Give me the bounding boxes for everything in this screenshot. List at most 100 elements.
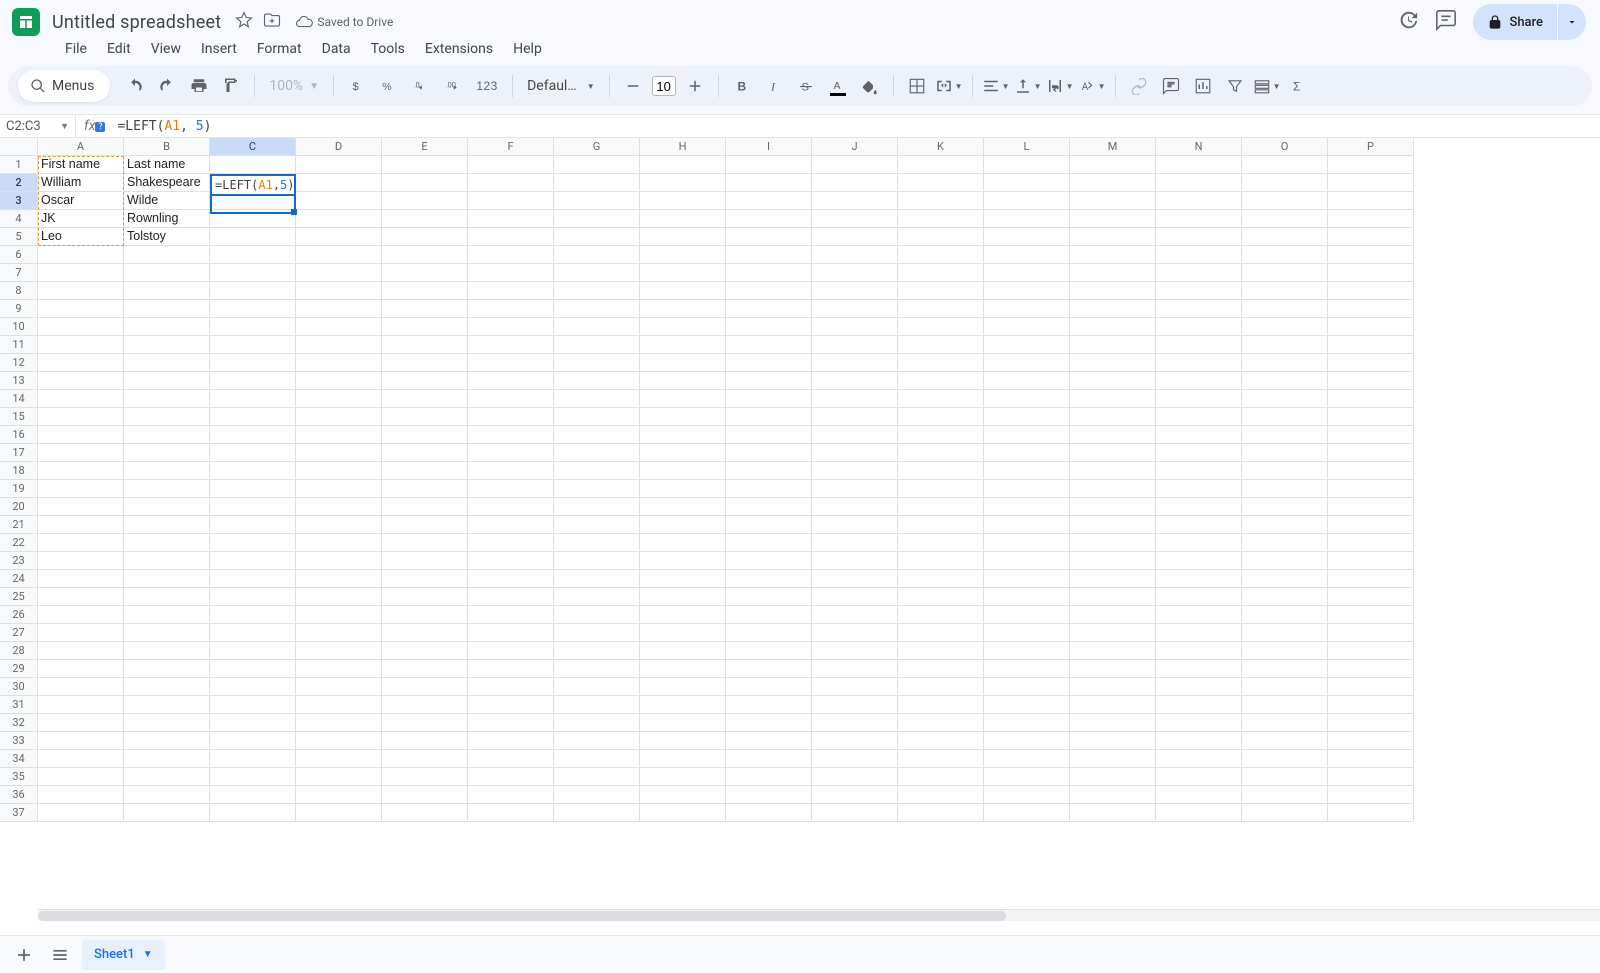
cell-I31[interactable] [726,696,812,714]
cell-D8[interactable] [296,282,382,300]
cell-O33[interactable] [1242,732,1328,750]
row-header-16[interactable]: 16 [0,426,38,444]
cell-D34[interactable] [296,750,382,768]
cell-D27[interactable] [296,624,382,642]
borders-icon[interactable] [902,71,932,101]
cell-B19[interactable] [124,480,210,498]
cell-F4[interactable] [468,210,554,228]
cell-B24[interactable] [124,570,210,588]
cell-O11[interactable] [1242,336,1328,354]
fx-icon[interactable]: fx? [76,118,103,134]
cell-L11[interactable] [984,336,1070,354]
cell-D26[interactable] [296,606,382,624]
cell-D19[interactable] [296,480,382,498]
row-header-2[interactable]: 2 [0,174,38,192]
menu-format[interactable]: Format [248,37,311,61]
cell-E37[interactable] [382,804,468,822]
cell-D9[interactable] [296,300,382,318]
cell-E11[interactable] [382,336,468,354]
cell-F12[interactable] [468,354,554,372]
cell-F37[interactable] [468,804,554,822]
cell-O8[interactable] [1242,282,1328,300]
cell-L29[interactable] [984,660,1070,678]
cell-P28[interactable] [1328,642,1414,660]
cell-H13[interactable] [640,372,726,390]
move-icon[interactable] [263,11,281,33]
number-format-icon[interactable]: 123 [470,71,504,101]
menu-data[interactable]: Data [313,37,360,61]
cell-H10[interactable] [640,318,726,336]
cell-O19[interactable] [1242,480,1328,498]
cell-M18[interactable] [1070,462,1156,480]
cell-H34[interactable] [640,750,726,768]
cell-D12[interactable] [296,354,382,372]
cell-A4[interactable]: JK [38,210,124,228]
cell-E31[interactable] [382,696,468,714]
cell-N25[interactable] [1156,588,1242,606]
cell-D3[interactable] [296,192,382,210]
cell-A23[interactable] [38,552,124,570]
cell-O7[interactable] [1242,264,1328,282]
cell-L1[interactable] [984,156,1070,174]
cell-F33[interactable] [468,732,554,750]
cell-K22[interactable] [898,534,984,552]
cell-H27[interactable] [640,624,726,642]
cell-M6[interactable] [1070,246,1156,264]
cell-P8[interactable] [1328,282,1414,300]
cell-K25[interactable] [898,588,984,606]
history-icon[interactable] [1397,9,1419,35]
row-header-21[interactable]: 21 [0,516,38,534]
cell-E33[interactable] [382,732,468,750]
cell-E26[interactable] [382,606,468,624]
cell-I9[interactable] [726,300,812,318]
col-header-C[interactable]: C [210,138,296,156]
cell-B37[interactable] [124,804,210,822]
cell-C11[interactable] [210,336,296,354]
cell-F35[interactable] [468,768,554,786]
cell-I22[interactable] [726,534,812,552]
cell-F21[interactable] [468,516,554,534]
cell-M37[interactable] [1070,804,1156,822]
cell-B1[interactable]: Last name [124,156,210,174]
cell-B27[interactable] [124,624,210,642]
cell-P20[interactable] [1328,498,1414,516]
cell-I33[interactable] [726,732,812,750]
cell-N26[interactable] [1156,606,1242,624]
cell-C5[interactable] [210,228,296,246]
cell-N19[interactable] [1156,480,1242,498]
cell-M27[interactable] [1070,624,1156,642]
col-header-E[interactable]: E [382,138,468,156]
cell-J30[interactable] [812,678,898,696]
cell-F30[interactable] [468,678,554,696]
cell-G14[interactable] [554,390,640,408]
cell-D32[interactable] [296,714,382,732]
cell-A13[interactable] [38,372,124,390]
cell-J33[interactable] [812,732,898,750]
cell-D24[interactable] [296,570,382,588]
cell-D28[interactable] [296,642,382,660]
cell-A11[interactable] [38,336,124,354]
cell-L7[interactable] [984,264,1070,282]
cell-H36[interactable] [640,786,726,804]
cell-M14[interactable] [1070,390,1156,408]
cell-E27[interactable] [382,624,468,642]
cell-O23[interactable] [1242,552,1328,570]
cell-C17[interactable] [210,444,296,462]
cell-N36[interactable] [1156,786,1242,804]
cell-E18[interactable] [382,462,468,480]
cell-K27[interactable] [898,624,984,642]
cell-N3[interactable] [1156,192,1242,210]
cell-M33[interactable] [1070,732,1156,750]
cell-J28[interactable] [812,642,898,660]
cell-M5[interactable] [1070,228,1156,246]
cell-O20[interactable] [1242,498,1328,516]
cell-O30[interactable] [1242,678,1328,696]
cell-N33[interactable] [1156,732,1242,750]
cell-B29[interactable] [124,660,210,678]
cell-C24[interactable] [210,570,296,588]
cell-A18[interactable] [38,462,124,480]
cell-G27[interactable] [554,624,640,642]
cell-O3[interactable] [1242,192,1328,210]
cell-K4[interactable] [898,210,984,228]
cell-H1[interactable] [640,156,726,174]
